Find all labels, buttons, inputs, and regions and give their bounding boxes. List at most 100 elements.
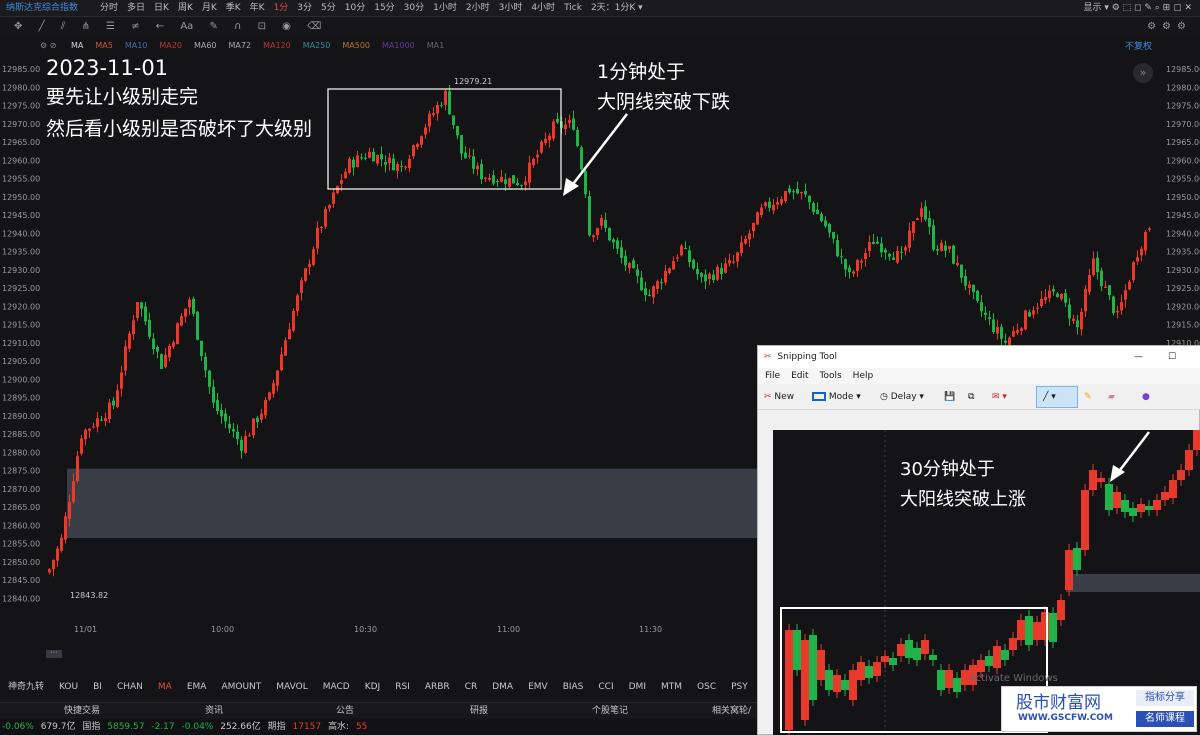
snip-menu-item[interactable]: Edit bbox=[791, 371, 808, 381]
snip-candle-body bbox=[1097, 478, 1105, 482]
candle-body bbox=[1124, 290, 1127, 300]
candle-body bbox=[104, 418, 107, 422]
indicator-tab[interactable]: OSC bbox=[697, 679, 716, 695]
candle-body bbox=[676, 257, 679, 259]
candle-body bbox=[52, 560, 55, 570]
candle-body bbox=[820, 213, 823, 222]
copy-icon[interactable]: ⧉ bbox=[968, 384, 974, 410]
snip-candle-body bbox=[833, 675, 841, 692]
indicator-tab[interactable]: EMV bbox=[528, 679, 548, 695]
indicator-tab[interactable]: ARBR bbox=[425, 679, 450, 695]
bottom-tab[interactable]: 个股笔记 bbox=[592, 703, 628, 719]
indicator-tab[interactable]: CR bbox=[465, 679, 478, 695]
status-amount: 679.7亿 bbox=[40, 722, 76, 732]
indicator-tab[interactable]: MA bbox=[158, 679, 172, 695]
bottom-tab[interactable]: 研报 bbox=[470, 703, 488, 719]
candle-body bbox=[412, 145, 415, 157]
candle-body bbox=[512, 175, 515, 184]
candle-body bbox=[520, 185, 523, 187]
candle-body bbox=[868, 242, 871, 251]
candle-body bbox=[652, 286, 655, 298]
snipping-title: Snipping Tool bbox=[777, 352, 838, 362]
candle-body bbox=[300, 280, 303, 293]
y-tick-label: 12870.00 bbox=[2, 485, 40, 494]
candle-body bbox=[1080, 311, 1083, 330]
candle-body bbox=[1140, 248, 1143, 256]
eraser-icon[interactable]: ▰ bbox=[1108, 384, 1115, 410]
indicator-tab[interactable]: PSY bbox=[731, 679, 748, 695]
indicator-tab[interactable]: BIAS bbox=[563, 679, 584, 695]
y-tick-label: 12985.00 bbox=[2, 65, 40, 74]
candle-body bbox=[888, 253, 891, 257]
y-tick-label: 12965.00 bbox=[2, 138, 40, 147]
candle-body bbox=[1076, 320, 1079, 328]
pen-icon[interactable]: ╱ ▾ bbox=[1036, 386, 1078, 408]
indicator-tab[interactable]: MTM bbox=[661, 679, 682, 695]
indicator-tab[interactable]: DMI bbox=[629, 679, 646, 695]
snip-candle-body bbox=[1089, 470, 1097, 490]
snip-menu-item[interactable]: File bbox=[765, 371, 780, 381]
y-tick-label: 12885.00 bbox=[2, 430, 40, 439]
indicator-tab[interactable]: CHAN bbox=[117, 679, 143, 695]
indicator-tab[interactable]: KDJ bbox=[365, 679, 381, 695]
snip-menu-item[interactable]: Tools bbox=[820, 371, 842, 381]
paint3d-icon[interactable]: ● bbox=[1142, 384, 1150, 410]
snip-candle-body bbox=[849, 670, 857, 700]
watermark-tag1: 指标分享 bbox=[1136, 690, 1194, 706]
candle-body bbox=[180, 316, 183, 326]
new-snip-button[interactable]: ✂ New bbox=[764, 384, 794, 410]
candle-body bbox=[1084, 289, 1087, 312]
candle-body bbox=[996, 326, 999, 334]
save-icon[interactable]: 💾 bbox=[944, 384, 955, 410]
note-line2: 然后看小级别是否破坏了大级别 bbox=[46, 118, 313, 140]
candle-body bbox=[584, 171, 587, 195]
bottom-tab[interactable]: 快捷交易 bbox=[64, 703, 100, 719]
candle-body bbox=[488, 177, 491, 180]
highlighter-icon[interactable]: ✎ bbox=[1084, 384, 1092, 410]
snip-note-line1: 30分钟处于 bbox=[900, 459, 995, 480]
candle-body bbox=[892, 257, 895, 261]
candle-body bbox=[544, 138, 547, 143]
indicator-tab[interactable]: EMA bbox=[187, 679, 207, 695]
indicator-tab[interactable]: KOU bbox=[59, 679, 78, 695]
indicator-tab[interactable]: CCI bbox=[598, 679, 613, 695]
candle-body bbox=[380, 154, 383, 160]
candle-body bbox=[948, 246, 951, 250]
snip-candle-body bbox=[1113, 492, 1121, 508]
indicator-tab[interactable]: MAVOL bbox=[276, 679, 307, 695]
bottom-tab[interactable]: 资讯 bbox=[205, 703, 223, 719]
candle-body bbox=[196, 311, 199, 340]
candle-body bbox=[1044, 296, 1047, 301]
candle-body bbox=[164, 354, 167, 368]
maximize-button[interactable]: ☐ bbox=[1168, 346, 1176, 368]
snip-candle-body bbox=[937, 670, 945, 690]
snipping-toolbar: ✂ New Mode ▾ ◷ Delay ▾ 💾 ⧉ ✉ ▾ ╱ ▾ ✎ ▰ ● bbox=[758, 384, 1200, 410]
candle-body bbox=[416, 143, 419, 148]
y-tick-label-right: 12985.00 bbox=[1166, 65, 1200, 74]
delay-button[interactable]: ◷ Delay ▾ bbox=[880, 384, 924, 410]
candle-body bbox=[960, 264, 963, 278]
candle-body bbox=[956, 262, 959, 266]
candle-body bbox=[1120, 302, 1123, 311]
indicator-tab[interactable]: RSI bbox=[395, 679, 410, 695]
y-tick-label: 12950.00 bbox=[2, 193, 40, 202]
candle-body bbox=[156, 346, 159, 352]
candle-body bbox=[932, 225, 935, 250]
indicator-tab[interactable]: MACD bbox=[323, 679, 350, 695]
bottom-tab[interactable]: 公告 bbox=[336, 703, 354, 719]
snip-menu-item[interactable]: Help bbox=[853, 371, 874, 381]
candle-body bbox=[96, 418, 99, 428]
indicator-tab[interactable]: 神奇九转 bbox=[8, 679, 44, 695]
indicator-tab[interactable]: AMOUNT bbox=[221, 679, 261, 695]
panel-handle[interactable]: ··· bbox=[46, 649, 62, 658]
candle-body bbox=[896, 251, 899, 263]
indicator-tab[interactable]: DMA bbox=[492, 679, 513, 695]
mode-button[interactable]: Mode ▾ bbox=[812, 384, 861, 410]
send-icon[interactable]: ✉ ▾ bbox=[992, 384, 1007, 410]
candle-body bbox=[528, 162, 531, 183]
candle-body bbox=[724, 263, 727, 273]
snip-candle-body bbox=[1001, 650, 1009, 660]
indicator-tab[interactable]: BI bbox=[93, 679, 102, 695]
minimize-button[interactable]: — bbox=[1134, 346, 1143, 368]
candle-body bbox=[456, 126, 459, 136]
